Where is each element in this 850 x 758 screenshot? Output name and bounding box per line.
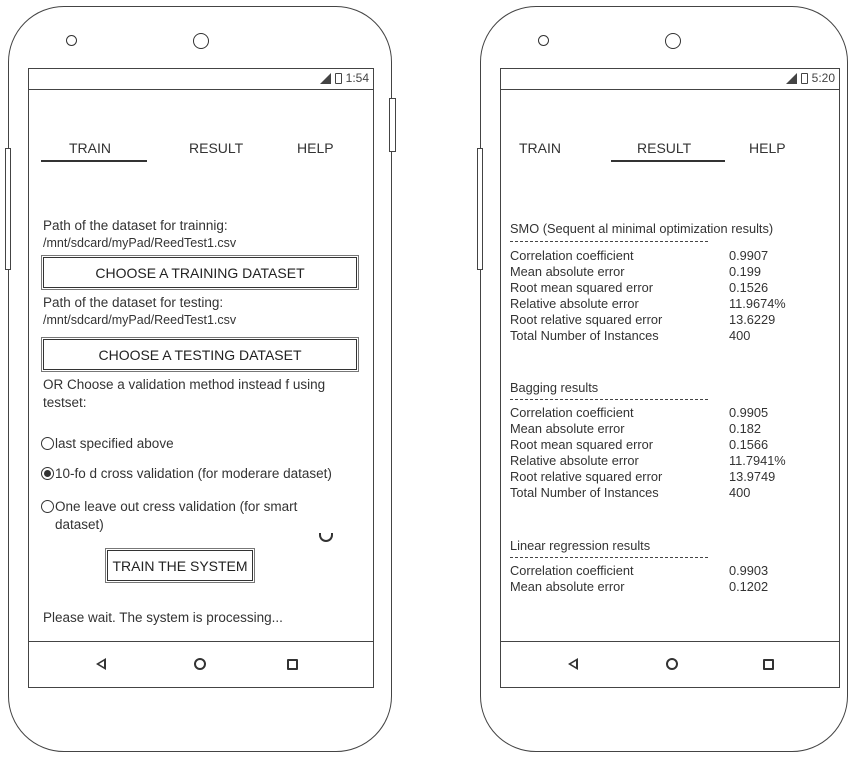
result-label: Correlation coefficient [510, 405, 634, 420]
status-bar: 5:20 [501, 69, 839, 90]
result-label: Correlation coefficient [510, 563, 634, 578]
right-phone-volume-button[interactable] [477, 148, 483, 270]
choose-testing-dataset-button[interactable]: CHOOSE A TESTING DATASET [41, 337, 359, 372]
tab-train-underline [41, 160, 147, 162]
tab-result[interactable]: RESULT [189, 140, 243, 156]
test-path-value: /mnt/sdcard/myPad/ReedTest1.csv [43, 313, 237, 327]
test-path-label: Path of the dataset for testing: [43, 295, 224, 310]
result-value: 0.9905 [729, 405, 769, 420]
train-path-label: Path of the dataset for trainnig: [43, 218, 228, 233]
tab-train[interactable]: TRAIN [519, 140, 561, 156]
result-label: Mean absolute error [510, 264, 625, 279]
signal-icon [785, 72, 797, 84]
tab-result-underline [611, 160, 725, 162]
radio-last-specified-label[interactable]: last specified above [55, 436, 174, 451]
recent-apps-icon[interactable] [287, 659, 298, 670]
back-icon[interactable] [96, 658, 106, 670]
result-value: 0.1566 [729, 437, 769, 452]
result-label: Root relative squared error [510, 312, 663, 327]
tab-result[interactable]: RESULT [637, 140, 691, 156]
right-phone-camera-icon [665, 33, 681, 49]
result-value: 13.6229 [729, 312, 776, 327]
recent-apps-icon[interactable] [763, 659, 774, 670]
section-title-bagging: Bagging results [510, 380, 599, 395]
radio-leave-one-out-label-line2[interactable]: dataset) [55, 517, 104, 532]
battery-icon [334, 72, 342, 84]
signal-icon [319, 72, 331, 84]
result-label: Relative absolute error [510, 453, 639, 468]
result-label: Root mean squared error [510, 437, 653, 452]
radio-last-specified[interactable] [41, 437, 54, 450]
result-label: Total Number of Instances [510, 485, 659, 500]
tab-help[interactable]: HELP [297, 140, 334, 156]
result-value: 11.9674% [729, 296, 786, 311]
validation-prompt-line1: OR Choose a validation method instead f … [43, 377, 326, 392]
right-phone-sensor-icon [538, 35, 549, 46]
nav-bar [29, 641, 373, 688]
tab-help[interactable]: HELP [749, 140, 786, 156]
left-phone-screen: 1:54 TRAIN RESULT HELP Path of the datas… [28, 68, 374, 688]
left-phone-volume-button[interactable] [5, 148, 11, 270]
result-label: Root mean squared error [510, 280, 653, 295]
status-message: Please wait. The system is processing... [43, 610, 283, 625]
result-value: 0.1202 [729, 579, 769, 594]
result-value: 0.199 [729, 264, 762, 279]
result-value: 0.9903 [729, 563, 769, 578]
section-divider [510, 241, 708, 242]
train-path-value: /mnt/sdcard/myPad/ReedTest1.csv [43, 236, 237, 250]
tab-train[interactable]: TRAIN [69, 140, 111, 156]
radio-leave-one-out-label-line1[interactable]: One leave out cress validation (for smar… [55, 499, 297, 514]
home-icon[interactable] [666, 658, 678, 670]
result-label: Total Number of Instances [510, 328, 659, 343]
section-divider [510, 557, 708, 558]
result-value: 11.7941% [729, 453, 786, 468]
result-value: 0.182 [729, 421, 762, 436]
section-title-smo: SMO (Sequent al minimal optimization res… [510, 221, 774, 236]
result-value: 400 [729, 328, 751, 343]
result-label: Mean absolute error [510, 579, 625, 594]
radio-10-fold-cv[interactable] [41, 467, 54, 480]
result-label: Mean absolute error [510, 421, 625, 436]
validation-prompt-line2: testset: [43, 395, 87, 410]
result-value: 400 [729, 485, 751, 500]
loading-spinner-icon [319, 533, 333, 542]
result-value: 0.9907 [729, 248, 769, 263]
right-phone-screen: 5:20 TRAIN RESULT HELP SMO (Sequent al m… [500, 68, 840, 688]
result-label: Relative absolute error [510, 296, 639, 311]
battery-icon [800, 72, 808, 84]
choose-training-dataset-button[interactable]: CHOOSE A TRAINING DATASET [41, 255, 359, 290]
status-time: 5:20 [811, 71, 835, 85]
nav-bar [501, 641, 839, 688]
result-label: Root relative squared error [510, 469, 663, 484]
section-divider [510, 399, 708, 400]
status-time: 1:54 [345, 71, 369, 85]
radio-10-fold-cv-label[interactable]: 10-fo d cross validation (for moderare d… [55, 466, 332, 481]
left-phone-sensor-icon [66, 35, 77, 46]
status-bar: 1:54 [29, 69, 373, 90]
back-icon[interactable] [568, 658, 578, 670]
section-title-linear-regression: Linear regression results [510, 538, 651, 553]
result-value: 0.1526 [729, 280, 769, 295]
train-system-button[interactable]: TRAIN THE SYSTEM [105, 548, 255, 583]
radio-leave-one-out[interactable] [41, 500, 54, 513]
home-icon[interactable] [194, 658, 206, 670]
left-phone-power-button[interactable] [389, 98, 396, 152]
result-label: Correlation coefficient [510, 248, 634, 263]
result-value: 13.9749 [729, 469, 776, 484]
left-phone-camera-icon [193, 33, 209, 49]
